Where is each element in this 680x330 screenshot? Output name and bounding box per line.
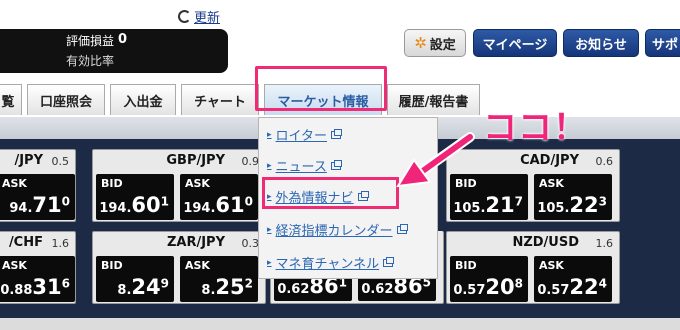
spread-value: 1.6 [51, 237, 70, 250]
bid-label: BID [455, 177, 477, 190]
bid-label: BID [101, 259, 123, 272]
notice-button[interactable]: お知らせ [563, 29, 639, 57]
ask-label: ASK [185, 259, 210, 272]
tab-account[interactable]: 口座照会 [27, 84, 105, 115]
menu-item-maneiku[interactable]: ▸ マネ育チャンネル [267, 253, 395, 272]
rate-panel-gbpjpy: GBP/JPY 0.9 BID 194.601 ASK 194.610 [92, 149, 266, 222]
spread-value: 0.3 [241, 237, 260, 250]
mypage-button[interactable]: マイページ [473, 29, 557, 57]
spread-value: 0.5 [51, 155, 70, 168]
ask-label: ASK [2, 259, 27, 272]
support-button[interactable]: サポ [645, 29, 680, 57]
bid-box[interactable]: BID 0.57208 [450, 256, 528, 302]
ask-box[interactable]: ASK 0.57224 [534, 256, 612, 302]
menu-item-fx-navi[interactable]: ▸ 外為情報ナビ [267, 187, 369, 206]
ask-label: ASK [539, 259, 564, 272]
pair-name: CAD/JPY [520, 153, 579, 168]
bullet-icon: ▸ [267, 129, 272, 140]
ask-price: 94.710 [9, 193, 70, 217]
pair-name: NZD/USD [512, 235, 579, 250]
header: 更新 評価損益 0 有効比率 ✲ 設定 マイページ お知らせ サポ [0, 0, 680, 80]
ask-label: ASK [539, 177, 564, 190]
rate-panel-usdjpy: /JPY 0.5 ASK 94.710 [0, 149, 76, 222]
pair-name: ZAR/JPY [166, 235, 225, 250]
ask-price: 0.88316 [0, 275, 70, 299]
menu-item-label: 外為情報ナビ [275, 191, 354, 206]
external-link-icon [383, 256, 395, 267]
settings-label: 設定 [429, 37, 456, 53]
external-link-icon [331, 128, 343, 139]
pair-name: GBP/JPY [166, 153, 225, 168]
bid-box[interactable]: BID 194.601 [96, 174, 174, 220]
ask-price: 0.57224 [537, 275, 607, 299]
tab-chart[interactable]: チャート [181, 84, 259, 115]
ask-price: 105.223 [537, 193, 607, 217]
pair-name: /CHF [8, 235, 43, 250]
bid-box[interactable]: BID 105.217 [450, 174, 528, 220]
refresh-icon [178, 10, 191, 23]
external-link-icon [396, 223, 408, 234]
ask-box[interactable]: ASK 105.223 [534, 174, 612, 220]
menu-item-label: ロイター [275, 129, 328, 144]
rate-panel-cadjpy: CAD/JPY 0.6 BID 105.217 ASK 105.223 [446, 149, 620, 222]
refresh-label: 更新 [194, 11, 221, 26]
gear-icon: ✲ [414, 34, 427, 52]
bottom-strip [0, 318, 680, 330]
rate-panel-nzdusd: NZD/USD 1.6 BID 0.57208 ASK 0.57224 [446, 231, 620, 304]
account-summary: 評価損益 0 有効比率 [0, 29, 228, 73]
bullet-icon: ▸ [267, 257, 272, 268]
ratio-label: 有効比率 [66, 54, 115, 68]
menu-item-reuters[interactable]: ▸ ロイター [267, 125, 343, 144]
menu-item-label: マネ育チャンネル [275, 257, 380, 272]
menu-item-news[interactable]: ▸ ニュース [267, 156, 342, 175]
tab-overview[interactable]: 覧 [0, 84, 22, 115]
ask-box[interactable]: ASK 8.252 [180, 256, 258, 302]
bullet-icon: ▸ [267, 160, 272, 171]
bullet-icon: ▸ [267, 224, 272, 235]
bullet-icon: ▸ [267, 191, 272, 202]
settings-button[interactable]: ✲ 設定 [404, 29, 466, 57]
ask-label: ASK [185, 177, 210, 190]
tab-deposit[interactable]: 入出金 [110, 84, 176, 115]
bid-price: 8.249 [117, 275, 169, 299]
pair-name: /JPY [14, 153, 43, 168]
spread-value: 0.9 [241, 155, 260, 168]
rate-panel-usdchf: /CHF 1.6 ASK 0.88316 [0, 231, 76, 304]
spread-value: 0.6 [595, 155, 614, 168]
ask-label: ASK [2, 177, 27, 190]
ask-box[interactable]: ASK 194.610 [180, 174, 258, 220]
menu-item-label: ニュース [275, 160, 327, 175]
tab-market-info[interactable]: マーケット情報 [264, 84, 382, 115]
ask-box[interactable]: ASK 0.88316 [0, 256, 75, 302]
bid-price: 105.217 [453, 193, 523, 217]
external-link-icon [357, 190, 369, 201]
pl-label: 評価損益 [66, 34, 115, 48]
refresh-link[interactable]: 更新 [178, 7, 220, 26]
ask-price: 194.610 [183, 193, 253, 217]
menu-item-calendar[interactable]: ▸ 経済指標カレンダー [267, 220, 408, 239]
pl-value: 0 [118, 32, 128, 47]
external-link-icon [330, 159, 342, 170]
bid-price: 194.601 [99, 193, 169, 217]
bid-label: BID [455, 259, 477, 272]
menu-item-label: 経済指標カレンダー [275, 224, 393, 239]
annotation-text: ココ！ [483, 108, 588, 148]
tab-history[interactable]: 履歴/報告書 [387, 84, 480, 115]
bid-label: BID [101, 177, 123, 190]
bid-box[interactable]: BID 8.249 [96, 256, 174, 302]
ask-box[interactable]: ASK 94.710 [0, 174, 75, 220]
rate-panel-zarjpy: ZAR/JPY 0.3 BID 8.249 ASK 8.252 [92, 231, 266, 304]
bid-price: 0.57208 [453, 275, 523, 299]
spread-value: 1.6 [595, 237, 614, 250]
ask-price: 8.252 [201, 275, 253, 299]
market-info-dropdown: ▸ ロイター ▸ ニュース ▸ 外為情報ナビ ▸ 経済指標カレンダー ▸ マネ育… [258, 117, 438, 279]
